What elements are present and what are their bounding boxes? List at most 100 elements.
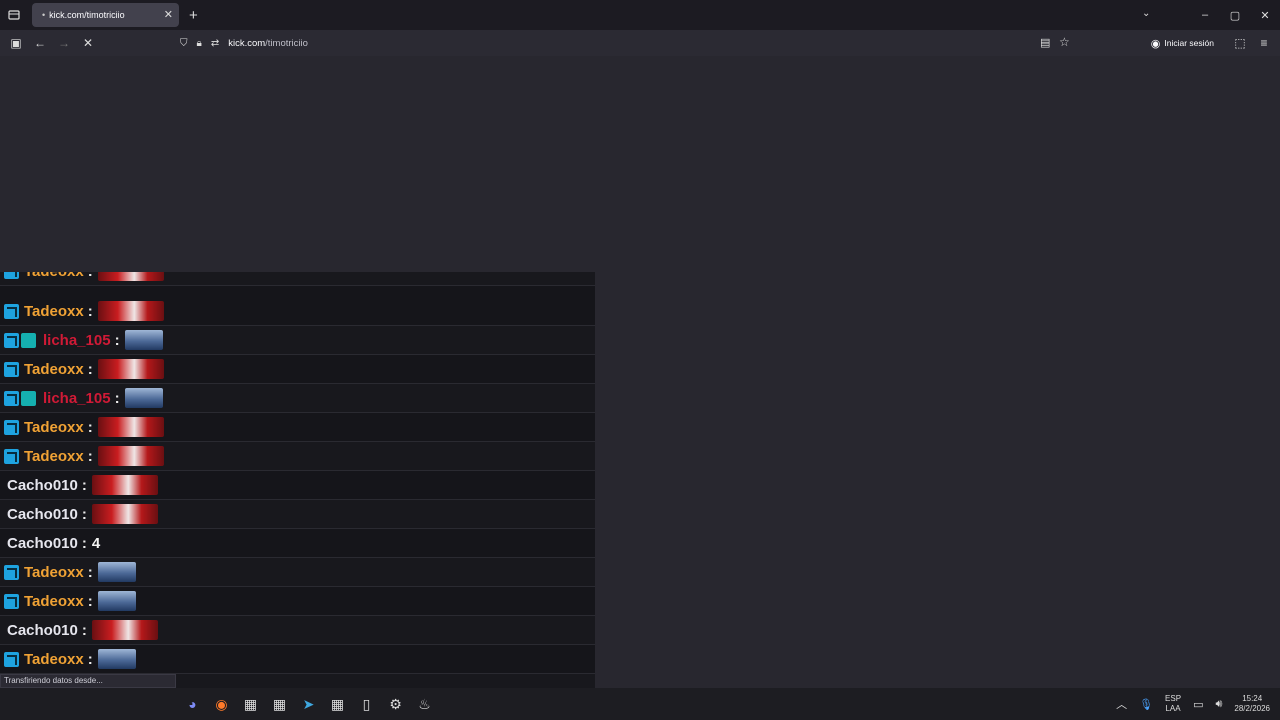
chat-username[interactable]: licha_105 <box>43 390 111 407</box>
reader-view-icon[interactable]: ▤ <box>1040 36 1050 49</box>
chat-username[interactable]: Cacho010 <box>7 535 78 552</box>
signin-label: Iniciar sesión <box>1164 38 1214 48</box>
lang-top: ESP <box>1165 694 1182 703</box>
subscriber-badge-icon[interactable] <box>4 593 19 609</box>
chat-message: Tadeoxx: <box>0 558 595 587</box>
maximize-icon[interactable]: ▢ <box>1220 9 1250 22</box>
chat-emote-image[interactable] <box>97 272 164 281</box>
chat-username[interactable]: Tadeoxx <box>24 361 84 378</box>
firefox-icon[interactable]: ◉ <box>207 690 236 719</box>
chat-separator: : <box>87 592 93 610</box>
chat-emote-image[interactable] <box>91 504 158 524</box>
subscriber-badge-icon[interactable] <box>4 272 19 279</box>
steam-icon[interactable]: ♨ <box>410 690 439 719</box>
subscriber-badge-icon[interactable] <box>4 332 19 348</box>
chat-separator: : <box>81 476 87 494</box>
url-bar[interactable]: ⛉ 🔒︎ ⇄ kick.com/timotriciio <box>180 30 308 56</box>
signin-button[interactable]: ◉ Iniciar sesión <box>1151 37 1214 50</box>
app-icon[interactable]: ▦ <box>265 690 294 719</box>
loading-dot-icon: • <box>42 10 46 20</box>
chevron-down-icon[interactable]: ⌄ <box>1142 8 1150 19</box>
chat-message: Cacho010: <box>0 500 595 529</box>
chat-separator: : <box>87 302 93 320</box>
chat-username[interactable]: Tadeoxx <box>24 303 84 320</box>
lock-icon[interactable]: 🔒︎ <box>197 38 202 49</box>
chat-message: Tadeoxx: <box>0 413 595 442</box>
subscriber-badge-icon[interactable] <box>4 390 19 406</box>
chat-username[interactable]: Cacho010 <box>7 477 78 494</box>
tab-active[interactable]: • kick.com/timotriciio ✕ <box>32 3 179 27</box>
chat-emote-image[interactable] <box>124 388 163 408</box>
chat-message: Tadeoxx: <box>0 442 595 471</box>
stop-loading-icon[interactable]: ✕ <box>76 31 100 55</box>
tab-list-icon[interactable] <box>1 2 27 28</box>
chat-emote-image[interactable] <box>97 359 164 379</box>
tab-strip: • kick.com/timotriciio ✕ + ⌄ – ▢ ✕ <box>0 0 1280 30</box>
subscriber-badge-icon[interactable] <box>4 419 19 435</box>
forward-icon[interactable]: → <box>52 31 76 55</box>
chat-username[interactable]: Tadeoxx <box>24 593 84 610</box>
close-window-icon[interactable]: ✕ <box>1250 9 1280 22</box>
chat-emote-image[interactable] <box>124 330 163 350</box>
url-path: /timotriciio <box>265 37 308 49</box>
sidebar-icon[interactable]: ▣ <box>4 31 28 55</box>
chat-separator: : <box>88 272 93 280</box>
subscriber-badge-icon[interactable] <box>4 303 19 319</box>
minimize-icon[interactable]: – <box>1190 9 1220 21</box>
chat-emote-image[interactable] <box>97 446 164 466</box>
chat-message: Tadeoxx: <box>0 272 595 286</box>
chat-username[interactable]: licha_105 <box>43 332 111 349</box>
settings-icon[interactable]: ⚙ <box>381 690 410 719</box>
url-host: kick.com <box>228 37 266 49</box>
app-icon[interactable]: ▦ <box>236 690 265 719</box>
back-icon[interactable]: ← <box>28 31 52 55</box>
bookmark-star-icon[interactable]: ☆ <box>1059 35 1070 49</box>
chat-username[interactable]: Tadeoxx <box>24 651 84 668</box>
clock-date: 28/2/2026 <box>1234 704 1270 713</box>
chat-emote-image[interactable] <box>97 591 136 611</box>
permissions-icon[interactable]: ⇄ <box>211 38 219 49</box>
extensions-icon[interactable]: ⬚ <box>1228 31 1252 55</box>
chat-separator: : <box>81 534 87 552</box>
microphone-icon[interactable]: 🎙︎ <box>1139 698 1153 711</box>
chat-message-text: 4 <box>91 534 101 552</box>
chevron-up-icon[interactable]: ︿ <box>1116 696 1127 712</box>
chat-emote-image[interactable] <box>97 562 136 582</box>
status-tooltip: Transfiriendo datos desde... <box>0 674 176 688</box>
chat-username[interactable]: Tadeoxx <box>24 448 84 465</box>
volume-icon[interactable]: 🔊︎ <box>1215 698 1222 711</box>
menu-icon[interactable]: ≡ <box>1252 31 1276 55</box>
subscriber-badge-icon[interactable] <box>4 361 19 377</box>
shield-icon[interactable]: ⛉ <box>180 38 188 49</box>
discord-icon[interactable]: ◕ <box>178 690 207 719</box>
chat-username[interactable]: Cacho010 <box>7 506 78 523</box>
language-indicator[interactable]: ESP LAA <box>1165 694 1181 714</box>
chat-username[interactable]: Tadeoxx <box>24 272 84 280</box>
network-icon[interactable]: ▭ <box>1193 698 1203 711</box>
subscriber-badge-icon[interactable] <box>4 564 19 580</box>
clock[interactable]: 15:24 28/2/2026 <box>1234 694 1270 714</box>
new-tab-icon[interactable]: + <box>189 7 198 24</box>
chat-username[interactable]: Tadeoxx <box>24 564 84 581</box>
gift-badge-icon[interactable] <box>21 390 36 406</box>
telegram-icon[interactable]: ➤ <box>294 690 323 719</box>
window-controls: – ▢ ✕ <box>1190 0 1280 30</box>
chat-emote-image[interactable] <box>91 620 158 640</box>
chat-username[interactable]: Tadeoxx <box>24 419 84 436</box>
clock-time: 15:24 <box>1242 694 1263 703</box>
gift-badge-icon[interactable] <box>21 332 36 348</box>
chat-emote-image[interactable] <box>97 649 136 669</box>
chat-emote-image[interactable] <box>97 417 164 437</box>
chat-emote-image[interactable] <box>97 301 164 321</box>
chat-messages: Tadeoxx:Tadeoxx:licha_105:Tadeoxx:licha_… <box>0 272 595 688</box>
epic-games-icon[interactable]: ▯ <box>352 690 381 719</box>
subscriber-badge-icon[interactable] <box>4 651 19 667</box>
app-icon[interactable]: ▦ <box>323 690 352 719</box>
chat-separator: : <box>87 447 93 465</box>
chat-message: Cacho010: <box>0 616 595 645</box>
subscriber-badge-icon[interactable] <box>4 448 19 464</box>
chat-username[interactable]: Cacho010 <box>7 622 78 639</box>
close-tab-icon[interactable]: ✕ <box>164 8 173 21</box>
chat-emote-image[interactable] <box>91 475 158 495</box>
chat-message: Tadeoxx: <box>0 355 595 384</box>
